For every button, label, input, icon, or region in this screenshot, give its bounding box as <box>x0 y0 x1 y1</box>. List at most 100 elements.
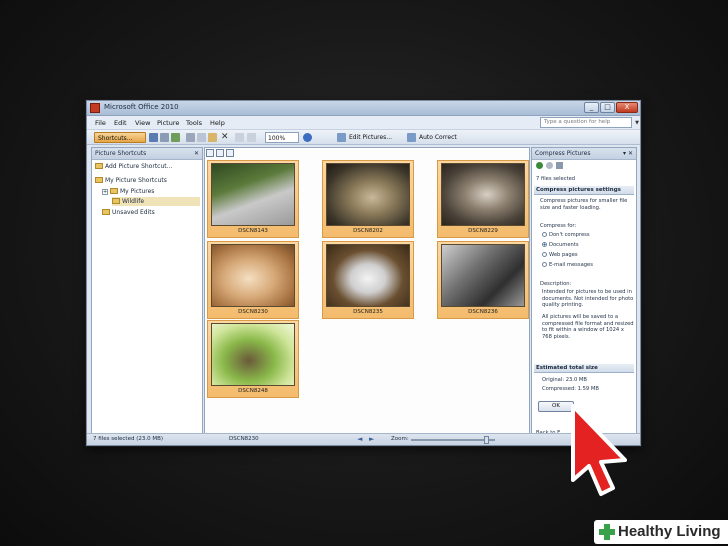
home-icon[interactable] <box>556 162 563 169</box>
settings-header: Compress pictures settings <box>534 186 634 195</box>
shortcuts-button[interactable]: Shortcuts... <box>94 132 146 143</box>
thumbnail-caption: DSCN8235 <box>353 309 383 315</box>
zoom-select[interactable]: 100% <box>265 132 299 143</box>
edit-pictures-button[interactable]: Edit Pictures... <box>349 132 392 143</box>
close-button[interactable]: X <box>616 102 638 113</box>
help-search-input[interactable]: Type a question for help <box>540 117 632 128</box>
undo-icon[interactable] <box>235 133 244 142</box>
close-pane-icon[interactable]: ✕ <box>194 148 199 160</box>
title-bar: Microsoft Office 2010 _ □ X <box>87 101 640 116</box>
folder-icon <box>102 209 110 215</box>
view-mode-buttons <box>206 149 234 157</box>
app-window: Microsoft Office 2010 _ □ X File Edit Vi… <box>86 100 641 446</box>
minimize-button[interactable]: _ <box>584 102 599 113</box>
radio-icon <box>542 232 547 237</box>
photo-owl <box>441 244 525 307</box>
task-pane-close-icon[interactable]: ▾ ✕ <box>623 148 633 160</box>
menu-help[interactable]: Help <box>210 119 225 127</box>
office-app-icon <box>90 103 100 113</box>
compress-for-label: Compress for: <box>540 223 577 229</box>
print-icon[interactable] <box>160 133 169 142</box>
menu-view[interactable]: View <box>135 119 150 127</box>
thumbnail[interactable]: DSCN8230 <box>207 241 299 319</box>
folder-icon <box>112 198 120 204</box>
photo-dove <box>326 244 410 307</box>
paste-icon[interactable] <box>208 133 217 142</box>
status-bar: 7 files selected (23.0 MB) DSCN8230 ◄ ► … <box>87 433 640 445</box>
photo-hedgehog <box>441 163 525 226</box>
next-arrow-icon[interactable]: ► <box>369 435 374 443</box>
thumbnail-caption: DSCN8248 <box>238 388 268 394</box>
copy-icon[interactable] <box>197 133 206 142</box>
thumbnail[interactable]: DSCN8248 <box>207 320 299 398</box>
thumbnails-view-icon[interactable] <box>206 149 214 157</box>
thumbnail-view: DSCN8143 DSCN8202 DSCN8229 DSCN8230 DSCN… <box>204 147 530 434</box>
radio-email-messages[interactable]: E-mail messages <box>542 262 593 268</box>
files-selected-text: 7 files selected <box>536 176 576 182</box>
add-shortcut-link[interactable]: Add Picture Shortcut... <box>95 162 172 171</box>
help-dropdown-icon[interactable]: ▼ <box>635 120 639 126</box>
auto-correct-button[interactable]: Auto Correct <box>419 132 457 143</box>
maximize-button[interactable]: □ <box>600 102 615 113</box>
task-pane-title: Compress Pictures <box>535 150 591 157</box>
filmstrip-view-icon[interactable] <box>216 149 224 157</box>
photo-rabbit <box>211 244 295 307</box>
menu-edit[interactable]: Edit <box>114 119 127 127</box>
compress-pictures-pane: Compress Pictures ▾ ✕ 7 files selected C… <box>531 147 637 436</box>
photo-bird <box>211 163 295 226</box>
thumbnail[interactable]: DSCN8236 <box>437 241 529 319</box>
picture-shortcuts-pane: Picture Shortcuts ✕ Add Picture Shortcut… <box>91 147 203 434</box>
thumbnail[interactable]: DSCN8143 <box>207 160 299 238</box>
menu-bar: File Edit View Picture Tools Help Type a… <box>87 116 640 130</box>
expand-icon[interactable]: + <box>102 189 108 195</box>
tree-root[interactable]: My Picture Shortcuts <box>95 176 167 185</box>
brand-plus-icon <box>598 523 616 541</box>
tree-unsaved-edits[interactable]: Unsaved Edits <box>102 208 155 217</box>
thumbnail-caption: DSCN8230 <box>238 309 268 315</box>
delete-icon[interactable]: ✕ <box>221 133 230 142</box>
folder-icon <box>110 188 118 194</box>
zoom-slider-track[interactable] <box>411 439 495 441</box>
estimated-size-header: Estimated total size <box>534 364 634 373</box>
cut-icon[interactable] <box>186 133 195 142</box>
thumbnail-caption: DSCN8143 <box>238 228 268 234</box>
toolbar: Shortcuts... ✕ 100% Edit Pictures... Aut… <box>87 130 640 145</box>
zoom-slider-thumb[interactable] <box>484 436 489 444</box>
current-file-status: DSCN8230 <box>229 436 259 442</box>
save-icon[interactable] <box>149 133 158 142</box>
thumbnail[interactable]: DSCN8202 <box>322 160 414 238</box>
auto-correct-icon <box>407 133 416 142</box>
radio-web-pages[interactable]: Web pages <box>542 252 578 258</box>
radio-documents[interactable]: Documents <box>542 242 579 248</box>
pane-header: Picture Shortcuts ✕ <box>92 148 202 160</box>
email-icon[interactable] <box>171 133 180 142</box>
settings-description: Compress pictures for smaller file size … <box>540 198 628 211</box>
photo-wildcat <box>326 163 410 226</box>
help-icon[interactable] <box>303 133 312 142</box>
radio-dont-compress[interactable]: Don't compress <box>542 232 590 238</box>
red-pointer-cursor-icon <box>571 404 627 496</box>
forward-arrow-icon[interactable] <box>546 162 553 169</box>
thumbnail-caption: DSCN8229 <box>468 228 498 234</box>
menu-tools[interactable]: Tools <box>186 119 202 127</box>
radio-icon <box>542 252 547 257</box>
single-view-icon[interactable] <box>226 149 234 157</box>
window-title: Microsoft Office 2010 <box>104 103 179 111</box>
radio-selected-icon <box>542 242 547 247</box>
tree-my-pictures[interactable]: + My Pictures <box>102 187 154 196</box>
task-pane-header: Compress Pictures ▾ ✕ <box>532 148 636 160</box>
redo-icon[interactable] <box>247 133 256 142</box>
tree-wildlife[interactable]: Wildlife <box>112 197 200 206</box>
folder-icon <box>95 177 103 183</box>
thumbnail[interactable]: DSCN8229 <box>437 160 529 238</box>
prev-arrow-icon[interactable]: ◄ <box>357 435 362 443</box>
thumbnail[interactable]: DSCN8235 <box>322 241 414 319</box>
description-label: Description: <box>540 281 572 287</box>
menu-file[interactable]: File <box>95 119 106 127</box>
brand-watermark: Healthy Living <box>594 520 728 544</box>
description-text-2: All pictures will be saved to a compress… <box>542 314 634 340</box>
menu-picture[interactable]: Picture <box>157 119 179 127</box>
selection-status: 7 files selected (23.0 MB) <box>93 436 164 442</box>
back-arrow-icon[interactable] <box>536 162 543 169</box>
zoom-label: Zoom: <box>391 436 409 442</box>
